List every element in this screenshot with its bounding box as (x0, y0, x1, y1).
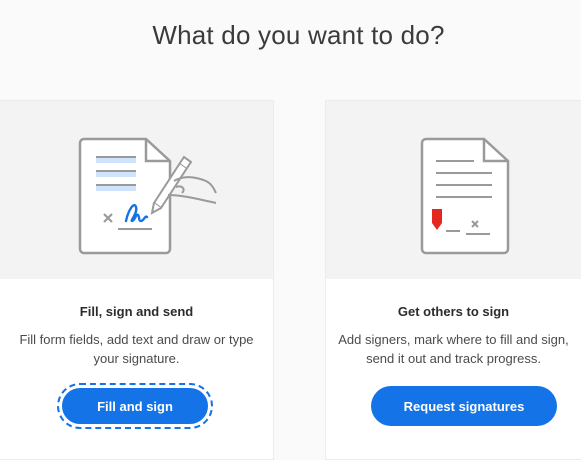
fill-sign-send-card[interactable]: Fill, sign and send Fill form fields, ad… (0, 100, 274, 460)
card-description: Add signers, mark where to fill and sign… (338, 332, 569, 366)
card-description: Fill form fields, add text and draw or t… (19, 332, 254, 366)
card-title: Get others to sign (397, 304, 510, 319)
card-title: Fill, sign and send (79, 304, 194, 319)
request-signatures-button[interactable]: Request signatures (371, 386, 557, 426)
fill-and-sign-button[interactable]: Fill and sign (57, 383, 213, 429)
document-signing-icon (78, 137, 217, 255)
get-others-to-sign-card[interactable]: Get others to sign Add signers, mark whe… (325, 100, 581, 460)
document-request-signature-icon (420, 137, 510, 255)
page-heading: What do you want to do? (152, 20, 445, 50)
card-illustration-area (0, 101, 273, 279)
card-illustration-area (326, 101, 581, 279)
